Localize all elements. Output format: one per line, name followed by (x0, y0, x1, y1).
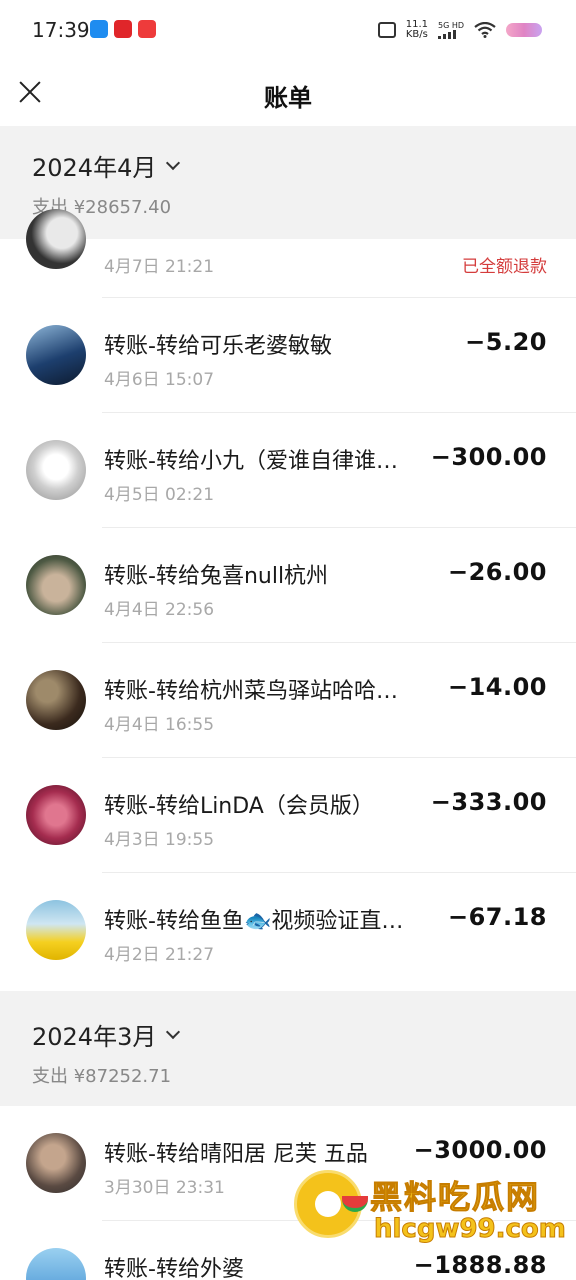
month-label: 2024年4月 (32, 154, 157, 182)
month-total: 支出 ¥28657.40 (32, 197, 172, 218)
transaction-title: 转账-转给杭州菜鸟驿站哈哈… (104, 679, 398, 704)
month-header-april: 2024年4月 支出 ¥28657.40 (0, 126, 576, 239)
signal-icon (437, 30, 456, 39)
transaction-row[interactable]: 转账-转给LinDA（会员版） 4月3日 19:55 −333.00 (0, 758, 576, 873)
transaction-row[interactable]: 4月7日 21:21 已全额退款 (0, 209, 576, 298)
status-time: 17:39 (32, 18, 90, 42)
transaction-list-april: 4月7日 21:21 已全额退款 转账-转给可乐老婆敏敏 4月6日 15:07 … (0, 209, 576, 991)
wifi-icon (474, 22, 496, 38)
month-selector-april[interactable]: 2024年4月 (32, 148, 544, 183)
vibrate-icon (377, 22, 396, 38)
transaction-amount: −5.20 (465, 328, 547, 356)
avatar (26, 670, 86, 730)
transaction-amount: −26.00 (447, 558, 547, 586)
network-label: 5G HD (437, 21, 464, 30)
transaction-time: 4月4日 22:56 (104, 600, 215, 620)
avatar (26, 440, 86, 500)
avatar (26, 209, 86, 269)
avatar (26, 900, 86, 960)
transaction-amount: −333.00 (430, 788, 547, 816)
transaction-time: 4月4日 16:55 (104, 715, 215, 735)
watermark-url: hlcgw99.com (374, 1214, 567, 1245)
transaction-time: 4月6日 15:07 (104, 370, 215, 390)
transaction-time: 4月3日 19:55 (104, 830, 215, 850)
transaction-row[interactable]: 转账-转给鱼鱼🐟视频验证直… 4月2日 21:27 −67.18 (0, 873, 576, 991)
top-bar: 账单 (0, 62, 576, 126)
transaction-title: 转账-转给鱼鱼🐟视频验证直… (104, 909, 404, 934)
month-label: 2024年3月 (32, 1023, 157, 1051)
avatar (26, 1248, 86, 1280)
notification-icons (90, 20, 156, 38)
status-right: 11.1 KB/s 5G HD (377, 20, 542, 40)
transaction-amount: −67.18 (447, 903, 547, 931)
transaction-title: 转账-转给可乐老婆敏敏 (104, 334, 332, 359)
transaction-time: 4月7日 21:21 (104, 257, 215, 277)
chevron-down-icon (166, 1024, 181, 1039)
avatar (26, 1133, 86, 1193)
watermark-name: 黑料吃瓜网 (369, 1178, 541, 1217)
avatar (26, 325, 86, 385)
battery-icon (506, 23, 542, 37)
transaction-row[interactable]: 转账-转给兔喜null杭州 4月4日 22:56 −26.00 (0, 528, 576, 643)
transaction-title: 转账-转给晴阳居 尼芙 五品 (104, 1142, 368, 1167)
bill-content[interactable]: 2024年4月 支出 ¥28657.40 4月7日 21:21 已全额退款 转账… (0, 126, 576, 1280)
page-title: 账单 (264, 84, 312, 112)
transaction-row[interactable]: 转账-转给杭州菜鸟驿站哈哈… 4月4日 16:55 −14.00 (0, 643, 576, 758)
transaction-title: 转账-转给LinDA（会员版） (104, 794, 374, 819)
network-type: 5G HD (437, 21, 464, 39)
refund-status: 已全额退款 (462, 257, 547, 277)
transaction-amount: −3000.00 (413, 1136, 547, 1164)
transaction-time: 4月5日 02:21 (104, 485, 215, 505)
gift-app-icon (138, 20, 156, 38)
transaction-amount: −300.00 (430, 443, 547, 471)
month-selector-march[interactable]: 2024年3月 (32, 1017, 544, 1052)
transaction-title: 转账-转给兔喜null杭州 (104, 564, 329, 589)
net-speed: 11.1 KB/s (406, 20, 428, 40)
transaction-row[interactable]: 转账-转给小九（爱谁自律谁… 4月5日 02:21 −300.00 (0, 413, 576, 528)
watermark: 黑料吃瓜网 hlcgw99.com (292, 1168, 568, 1268)
month-header-march: 2024年3月 支出 ¥87252.71 (0, 991, 576, 1106)
status-bar: 17:39 11.1 KB/s 5G HD (0, 0, 576, 62)
net-speed-unit: KB/s (405, 29, 428, 40)
transaction-amount: −14.00 (447, 673, 547, 701)
jd-app-icon (114, 20, 132, 38)
chevron-down-icon (166, 155, 181, 170)
transaction-time: 3月30日 23:31 (104, 1178, 225, 1198)
eleme-app-icon (90, 20, 108, 38)
month-total: 支出 ¥87252.71 (32, 1066, 172, 1087)
avatar (26, 555, 86, 615)
transaction-time: 4月2日 21:27 (104, 945, 215, 965)
transaction-title: 转账-转给小九（爱谁自律谁… (104, 449, 398, 474)
avatar (26, 785, 86, 845)
transaction-row[interactable]: 转账-转给可乐老婆敏敏 4月6日 15:07 −5.20 (0, 298, 576, 413)
